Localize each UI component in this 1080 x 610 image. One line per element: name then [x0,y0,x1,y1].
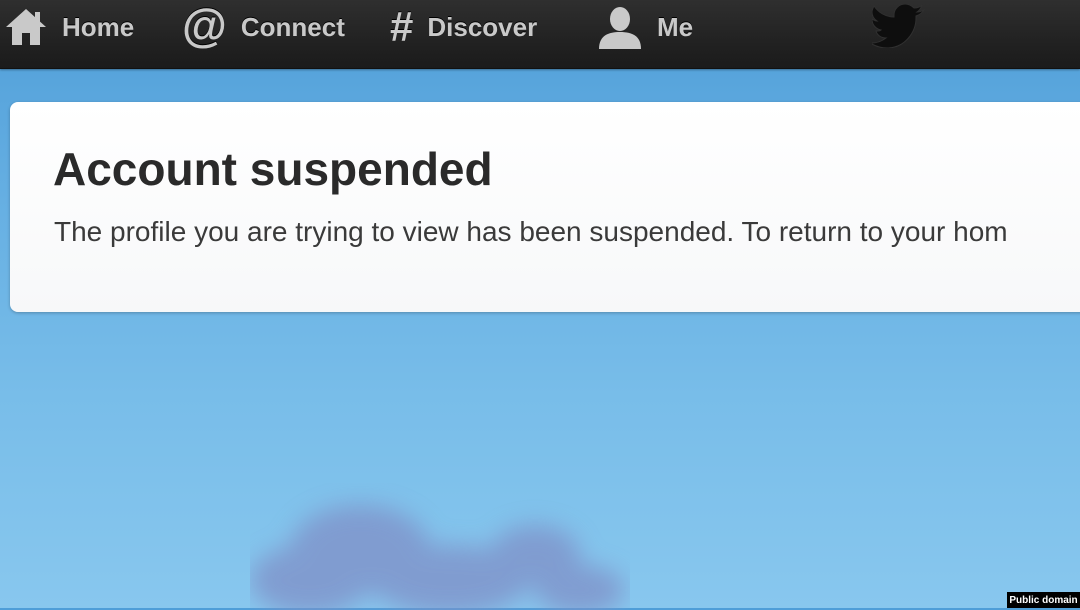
nav-item-me-label: Me [657,11,694,42]
at-icon: @ [182,0,227,51]
user-icon [597,5,643,49]
page-title: Account suspended [53,143,493,195]
nav-item-home[interactable]: Home [4,0,134,54]
cloud-background-image [250,505,625,610]
nav-item-discover[interactable]: # Discover [390,0,537,54]
top-navigation-bar: Home @ Connect # Discover Me [0,0,1080,69]
credit-badge: Public domain [1007,592,1080,608]
nav-item-home-label: Home [62,11,135,42]
nav-item-connect[interactable]: @ Connect [182,0,345,54]
suspension-notice-card: Account suspended The profile you are tr… [10,102,1080,312]
nav-item-discover-label: Discover [427,11,538,42]
home-icon [4,7,48,47]
nav-item-connect-label: Connect [240,11,345,42]
suspension-message: The profile you are trying to view has b… [54,216,1008,247]
nav-item-me[interactable]: Me [597,0,693,54]
twitter-bird-icon[interactable] [868,3,926,53]
hashtag-icon: # [390,3,414,50]
